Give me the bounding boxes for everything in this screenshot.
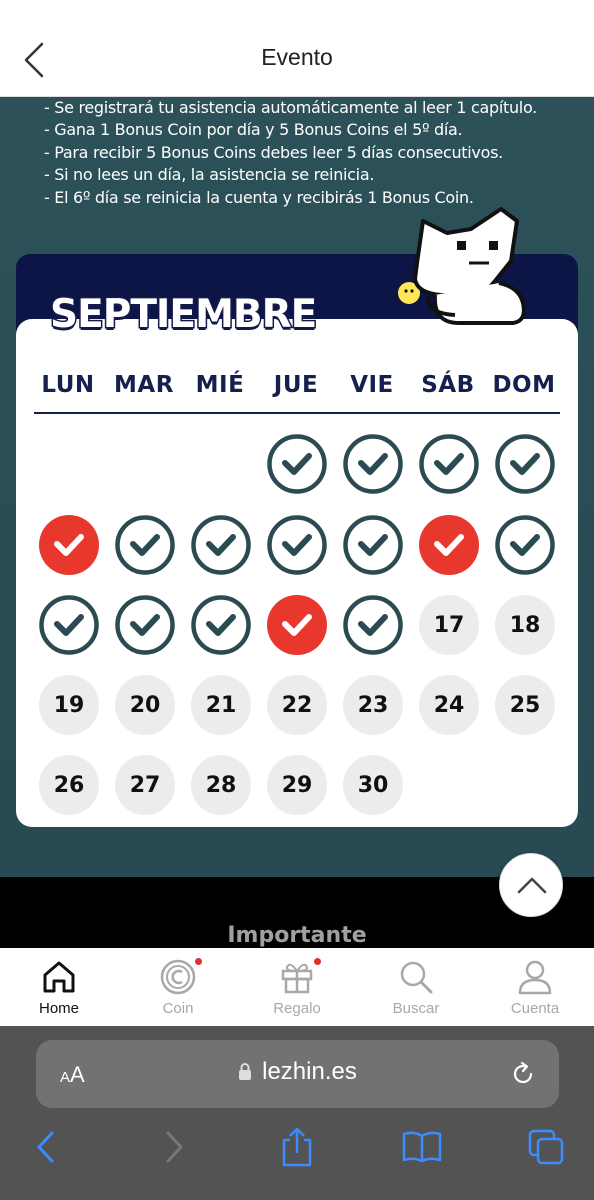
- calendar-day-attended-check: [115, 515, 175, 575]
- calendar-day-attended-check: [191, 595, 251, 655]
- calendar-day-attended-check: [343, 515, 403, 575]
- page-title: Evento: [261, 44, 333, 70]
- calendar-day-attended-check: [343, 434, 403, 494]
- calendar-day-attended-check: [343, 595, 403, 655]
- checkmark-icon: [495, 515, 555, 575]
- checkmark-icon: [115, 595, 175, 655]
- lock-icon: [239, 1063, 252, 1080]
- calendar-day: 20: [115, 675, 175, 735]
- gift-icon: [281, 963, 313, 994]
- coin-icon: [160, 959, 196, 995]
- calendar-day: 24: [419, 675, 479, 735]
- calendar-month-title: SEPTIEMBRE: [48, 291, 318, 339]
- rule-text: - Gana 1 Bonus Coin por día y 5 Bonus Co…: [44, 120, 463, 140]
- reload-icon[interactable]: [509, 1060, 537, 1088]
- tab-label: Coin: [162, 1000, 194, 1017]
- account-icon: [518, 960, 552, 995]
- tab-coin[interactable]: Coin: [133, 958, 223, 1022]
- calendar-day: 18: [495, 595, 555, 655]
- calendar-day-bonus-check: [419, 515, 479, 575]
- weekday-label: LUN: [41, 372, 95, 398]
- calendar-day: 21: [191, 675, 251, 735]
- weekday-label: VIE: [350, 372, 394, 398]
- mascot-character-icon: [398, 207, 526, 325]
- calendar-day-attended-check: [495, 515, 555, 575]
- search-icon: [400, 961, 433, 994]
- divider: [34, 412, 560, 414]
- bottom-tab-bar: Home Coin Regalo Buscar Cuenta: [0, 948, 594, 1026]
- calendar-day-attended-check: [115, 595, 175, 655]
- weekday-label: JUE: [273, 372, 319, 398]
- checkmark-icon: [191, 515, 251, 575]
- checkmark-icon: [343, 434, 403, 494]
- url-display[interactable]: lezhin.es: [36, 1058, 559, 1086]
- calendar-day: 17: [419, 595, 479, 655]
- calendar-day-bonus-check: [39, 515, 99, 575]
- tab-home[interactable]: Home: [14, 958, 104, 1022]
- tab-gift[interactable]: Regalo: [252, 958, 342, 1022]
- notification-dot: [314, 958, 321, 965]
- calendar-day: 27: [115, 755, 175, 815]
- tab-label: Buscar: [392, 1000, 440, 1017]
- checkmark-icon: [115, 515, 175, 575]
- weekday-label: SÁB: [421, 372, 475, 398]
- calendar-day: 23: [343, 675, 403, 735]
- address-bar[interactable]: AA lezhin.es: [36, 1040, 559, 1108]
- back-icon[interactable]: [34, 1130, 58, 1164]
- checkmark-icon: [39, 595, 99, 655]
- calendar-day-bonus-check: [267, 595, 327, 655]
- checkmark-icon: [267, 434, 327, 494]
- calendar-day: 19: [39, 675, 99, 735]
- calendar-day-attended-check: [495, 434, 555, 494]
- checkmark-icon: [419, 515, 479, 575]
- weekday-header: LUN MAR MIÉ JUE VIE SÁB DOM: [30, 372, 562, 412]
- home-icon: [43, 961, 75, 993]
- chevron-up-icon: [517, 877, 547, 894]
- url-text: lezhin.es: [262, 1058, 357, 1085]
- calendar-day: 28: [191, 755, 251, 815]
- checkmark-icon: [267, 595, 327, 655]
- checkmark-icon: [39, 515, 99, 575]
- weekday-label: DOM: [492, 372, 556, 398]
- checkmark-icon: [267, 515, 327, 575]
- tab-label: Home: [38, 1000, 79, 1017]
- tab-label: Cuenta: [510, 1000, 560, 1017]
- browser-chrome: AA lezhin.es: [0, 1026, 594, 1200]
- weekday-label: MIÉ: [195, 372, 245, 398]
- calendar-day: 22: [267, 675, 327, 735]
- weekday-label: MAR: [114, 372, 174, 398]
- rule-text: - Se registrará tu asistencia automática…: [44, 98, 537, 117]
- tabs-icon[interactable]: [527, 1128, 565, 1166]
- calendar-day-attended-check: [39, 595, 99, 655]
- tab-label: Regalo: [273, 1000, 321, 1017]
- tab-search[interactable]: Buscar: [371, 958, 461, 1022]
- notification-dot: [195, 958, 202, 965]
- event-rules: - Se registrará tu asistencia automática…: [44, 97, 574, 209]
- checkmark-icon: [191, 595, 251, 655]
- rule-text: - Para recibir 5 Bonus Coins debes leer …: [44, 142, 503, 162]
- rule-text: - Si no lees un día, la asistencia se re…: [44, 165, 375, 185]
- section-title: Importante: [227, 923, 367, 948]
- calendar-day-attended-check: [191, 515, 251, 575]
- calendar-day: 29: [267, 755, 327, 815]
- checkmark-icon: [419, 434, 479, 494]
- calendar-day-attended-check: [267, 434, 327, 494]
- share-icon[interactable]: [280, 1126, 314, 1168]
- calendar-day: 30: [343, 755, 403, 815]
- calendar-day: 25: [495, 675, 555, 735]
- app-header: Evento: [0, 0, 594, 97]
- checkmark-icon: [343, 515, 403, 575]
- event-content[interactable]: - Se registrará tu asistencia automática…: [0, 97, 594, 877]
- tab-account[interactable]: Cuenta: [490, 958, 580, 1022]
- checkmark-icon: [495, 434, 555, 494]
- checkmark-icon: [343, 595, 403, 655]
- forward-icon[interactable]: [162, 1130, 186, 1164]
- calendar-day: 26: [39, 755, 99, 815]
- calendar-day-attended-check: [419, 434, 479, 494]
- scroll-to-top-button[interactable]: [499, 853, 563, 917]
- bookmarks-icon[interactable]: [402, 1130, 442, 1164]
- calendar-day-attended-check: [267, 515, 327, 575]
